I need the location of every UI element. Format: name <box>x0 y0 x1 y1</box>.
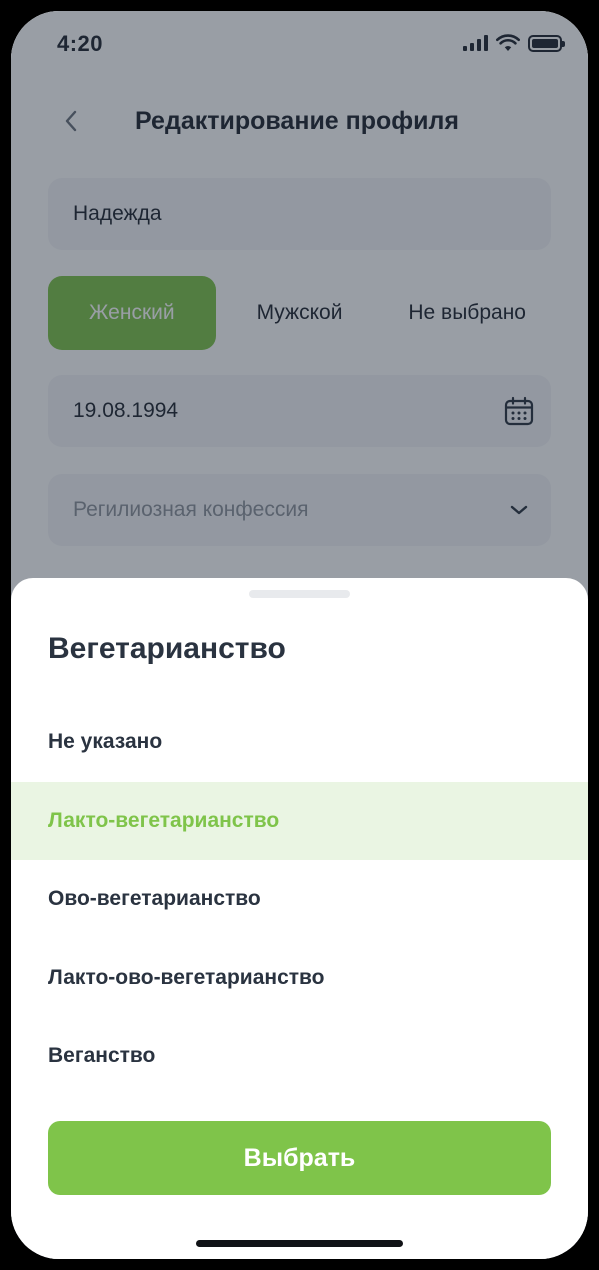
option-veganism[interactable]: Веганство <box>11 1017 588 1096</box>
vegetarianism-bottom-sheet: Вегетарианство Не указано Лакто-вегетари… <box>11 578 588 1259</box>
select-button[interactable]: Выбрать <box>48 1121 551 1195</box>
vegetarianism-options-list: Не указано Лакто-вегетарианство Ово-веге… <box>11 703 588 1096</box>
option-lacto-ovo-vegetarianism[interactable]: Лакто-ово-вегетарианство <box>11 939 588 1018</box>
screen: 4:20 Редактирование профиля Надежда Женс… <box>11 11 588 1259</box>
home-indicator <box>196 1240 403 1247</box>
sheet-title: Вегетарианство <box>48 632 286 665</box>
phone-frame: 4:20 Редактирование профиля Надежда Женс… <box>0 0 599 1270</box>
sheet-drag-handle[interactable] <box>249 590 350 598</box>
option-ovo-vegetarianism[interactable]: Ово-вегетарианство <box>11 860 588 939</box>
option-lacto-vegetarianism[interactable]: Лакто-вегетарианство <box>11 781 588 860</box>
option-not-specified[interactable]: Не указано <box>11 703 588 782</box>
